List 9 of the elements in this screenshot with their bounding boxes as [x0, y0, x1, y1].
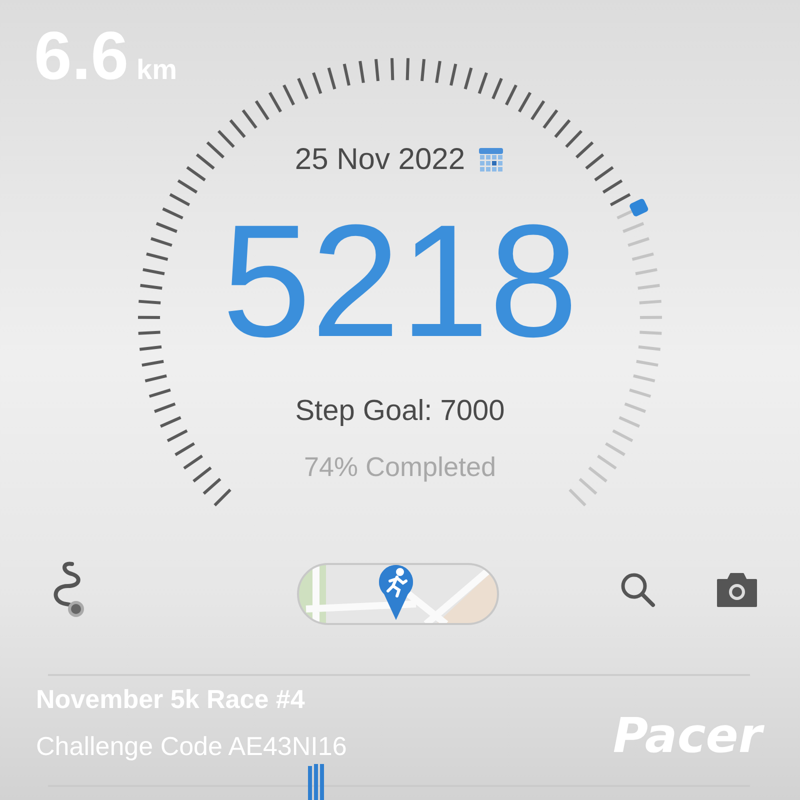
chart-bar	[308, 766, 312, 800]
chart-bar	[320, 764, 324, 800]
step-goal: Step Goal: 7000	[295, 395, 505, 428]
completion-percent: 74% Completed	[304, 452, 496, 483]
calendar-icon[interactable]	[477, 146, 506, 174]
date-label[interactable]: 25 Nov 2022	[294, 143, 466, 177]
camera-icon[interactable]	[714, 570, 760, 610]
chart-bar	[314, 764, 318, 800]
step-count: 5218	[222, 201, 578, 361]
